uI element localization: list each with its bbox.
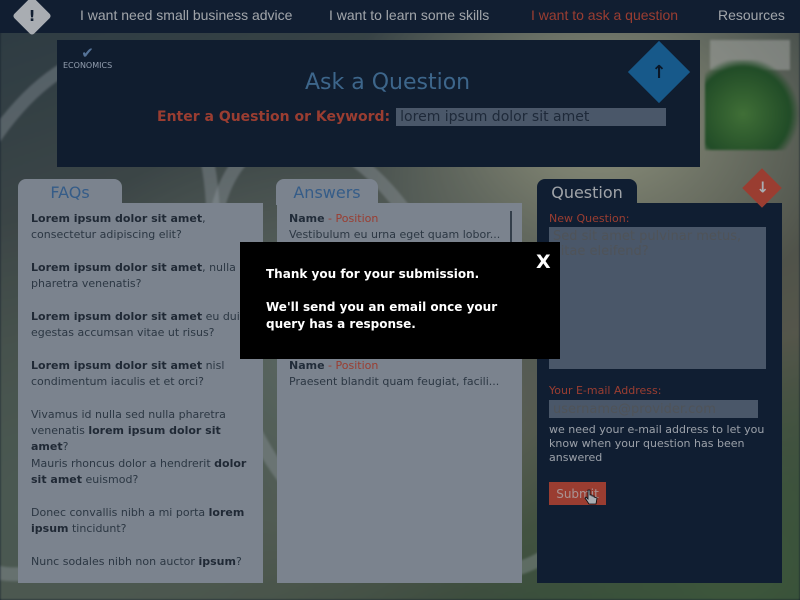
modal-message-body: We'll send you an email once your query … xyxy=(266,300,498,331)
confirmation-modal: X Thank you for your submission. We'll s… xyxy=(240,242,560,359)
modal-message-title: Thank you for your submission. xyxy=(266,267,480,281)
close-button[interactable]: X xyxy=(536,251,551,273)
